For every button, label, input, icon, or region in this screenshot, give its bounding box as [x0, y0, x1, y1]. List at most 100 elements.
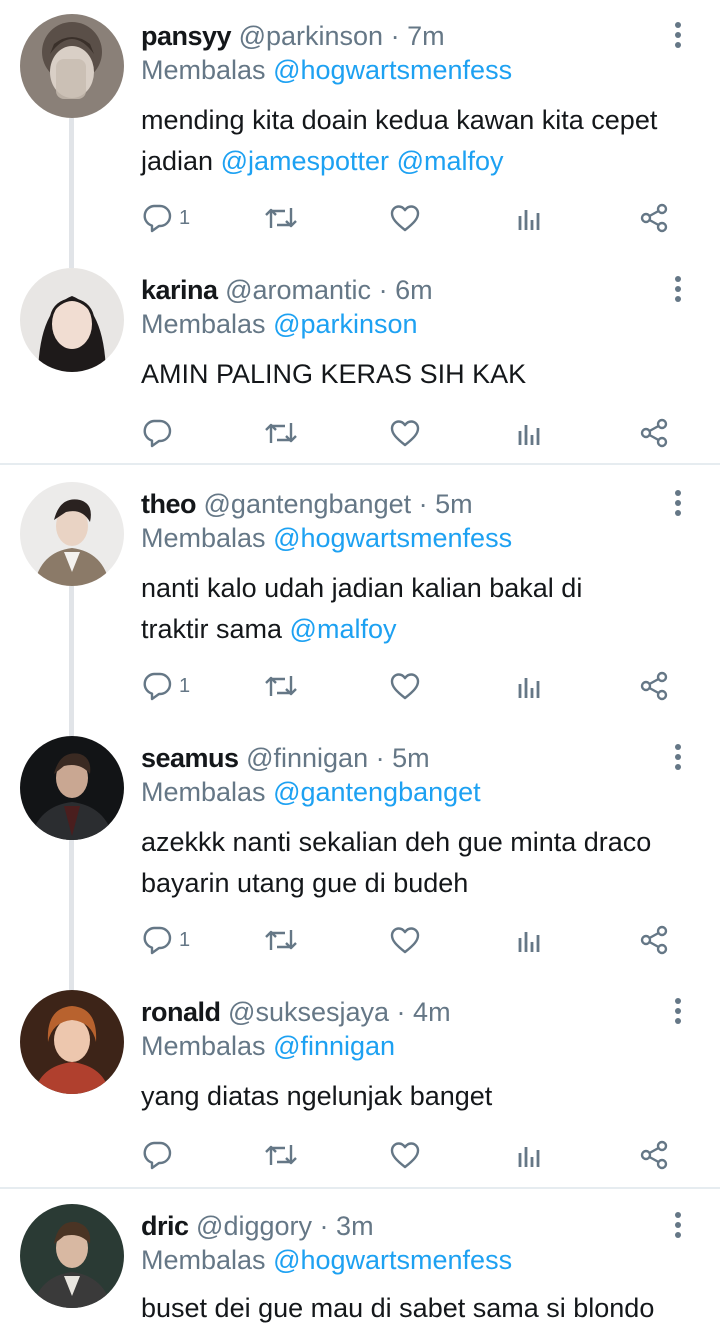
timestamp[interactable]: 7m — [407, 21, 445, 51]
display-name[interactable]: seamus — [141, 743, 239, 773]
timestamp[interactable]: 3m — [336, 1211, 374, 1241]
analytics-icon — [514, 670, 546, 702]
like-button[interactable] — [389, 201, 421, 235]
retweet-button[interactable] — [263, 1138, 299, 1172]
separator: · — [378, 275, 388, 305]
display-name[interactable]: theo — [141, 489, 197, 519]
timestamp[interactable]: 6m — [395, 275, 433, 305]
username[interactable]: @aromantic — [225, 275, 371, 305]
tweet-text: AMIN PALING KERAS SIH KAK — [141, 354, 701, 395]
reply-button[interactable] — [141, 416, 173, 450]
mention-link[interactable]: @malfoy — [290, 614, 397, 644]
tweet-text-line: mending kita doain kedua kawan kita cepe… — [141, 105, 658, 135]
reply-mention[interactable]: @parkinson — [273, 309, 417, 339]
retweet-button[interactable] — [263, 669, 299, 703]
separator: · — [319, 1211, 329, 1241]
share-icon — [638, 417, 670, 449]
analytics-button[interactable] — [514, 1138, 546, 1172]
more-vertical-icon[interactable] — [668, 20, 688, 50]
analytics-button[interactable] — [514, 669, 546, 703]
display-name[interactable]: ronald — [141, 997, 221, 1027]
reply-button[interactable] — [141, 1138, 173, 1172]
retweet-icon — [263, 202, 299, 234]
avatar[interactable] — [20, 1204, 124, 1308]
heart-icon — [389, 670, 421, 702]
retweet-icon — [263, 417, 299, 449]
separator: · — [390, 21, 400, 51]
more-vertical-icon[interactable] — [668, 274, 688, 304]
separator: · — [375, 743, 385, 773]
thread-line — [69, 840, 74, 990]
retweet-button[interactable] — [263, 201, 299, 235]
like-button[interactable] — [389, 923, 421, 957]
heart-icon — [389, 1139, 421, 1171]
tweet-header: karina @aromantic · 6m — [141, 272, 433, 308]
more-vertical-icon[interactable] — [668, 488, 688, 518]
reply-mention[interactable]: @hogwartsmenfess — [273, 55, 512, 85]
avatar[interactable] — [20, 268, 124, 372]
share-button[interactable] — [638, 923, 670, 957]
username[interactable]: @finnigan — [246, 743, 368, 773]
username[interactable]: @diggory — [196, 1211, 312, 1241]
reply-button[interactable]: 1 — [141, 201, 190, 235]
avatar[interactable] — [20, 14, 124, 118]
reply-icon — [141, 1139, 173, 1171]
tweet-header: pansyy @parkinson · 7m — [141, 18, 445, 54]
display-name[interactable]: dric — [141, 1211, 189, 1241]
username[interactable]: @suksesjaya — [228, 997, 389, 1027]
avatar[interactable] — [20, 736, 124, 840]
username[interactable]: @parkinson — [239, 21, 383, 51]
more-vertical-icon[interactable] — [668, 996, 688, 1026]
reply-prefix: Membalas — [141, 1031, 266, 1061]
mention-link[interactable]: @malfoy — [397, 146, 504, 176]
share-button[interactable] — [638, 416, 670, 450]
retweet-button[interactable] — [263, 416, 299, 450]
display-name[interactable]: pansyy — [141, 21, 232, 51]
share-icon — [638, 202, 670, 234]
tweet-text-line: nanti kalo udah jadian kalian bakal di — [141, 573, 583, 603]
reply-button[interactable]: 1 — [141, 669, 190, 703]
tweet-text-line: buset dei gue mau di sabet sama si blond… — [141, 1293, 655, 1323]
analytics-button[interactable] — [514, 201, 546, 235]
tweet-text: buset dei gue mau di sabet sama si blond… — [141, 1288, 701, 1329]
like-button[interactable] — [389, 669, 421, 703]
more-vertical-icon[interactable] — [668, 742, 688, 772]
reply-count: 1 — [179, 928, 191, 951]
like-button[interactable] — [389, 416, 421, 450]
separator: · — [418, 489, 428, 519]
reply-mention[interactable]: @gantengbanget — [273, 777, 481, 807]
separator: · — [396, 997, 406, 1027]
replying-to: Membalas @hogwartsmenfess — [141, 1242, 512, 1278]
reply-prefix: Membalas — [141, 523, 266, 553]
reply-button[interactable]: 1 — [141, 923, 190, 957]
mention-link[interactable]: @jamespotter — [221, 146, 389, 176]
tweet-header: theo @gantengbanget · 5m — [141, 486, 473, 522]
timestamp[interactable]: 5m — [392, 743, 430, 773]
divider — [0, 1187, 720, 1189]
reply-count: 1 — [179, 206, 191, 229]
share-button[interactable] — [638, 1138, 670, 1172]
avatar[interactable] — [20, 990, 124, 1094]
replying-to: Membalas @hogwartsmenfess — [141, 520, 512, 556]
tweet-text-line: AMIN PALING KERAS SIH KAK — [141, 359, 527, 389]
share-button[interactable] — [638, 201, 670, 235]
like-button[interactable] — [389, 1138, 421, 1172]
analytics-button[interactable] — [514, 416, 546, 450]
analytics-icon — [514, 1139, 546, 1171]
timestamp[interactable]: 5m — [435, 489, 473, 519]
timestamp[interactable]: 4m — [413, 997, 451, 1027]
display-name[interactable]: karina — [141, 275, 218, 305]
username[interactable]: @gantengbanget — [204, 489, 412, 519]
tweet-text: mending kita doain kedua kawan kita cepe… — [141, 100, 701, 182]
more-vertical-icon[interactable] — [668, 1210, 688, 1240]
replying-to: Membalas @gantengbanget — [141, 774, 481, 810]
avatar[interactable] — [20, 482, 124, 586]
reply-mention[interactable]: @finnigan — [273, 1031, 395, 1061]
analytics-icon — [514, 202, 546, 234]
reply-mention[interactable]: @hogwartsmenfess — [273, 523, 512, 553]
analytics-button[interactable] — [514, 923, 546, 957]
reply-mention[interactable]: @hogwartsmenfess — [273, 1245, 512, 1275]
reply-prefix: Membalas — [141, 1245, 266, 1275]
share-button[interactable] — [638, 669, 670, 703]
retweet-button[interactable] — [263, 923, 299, 957]
